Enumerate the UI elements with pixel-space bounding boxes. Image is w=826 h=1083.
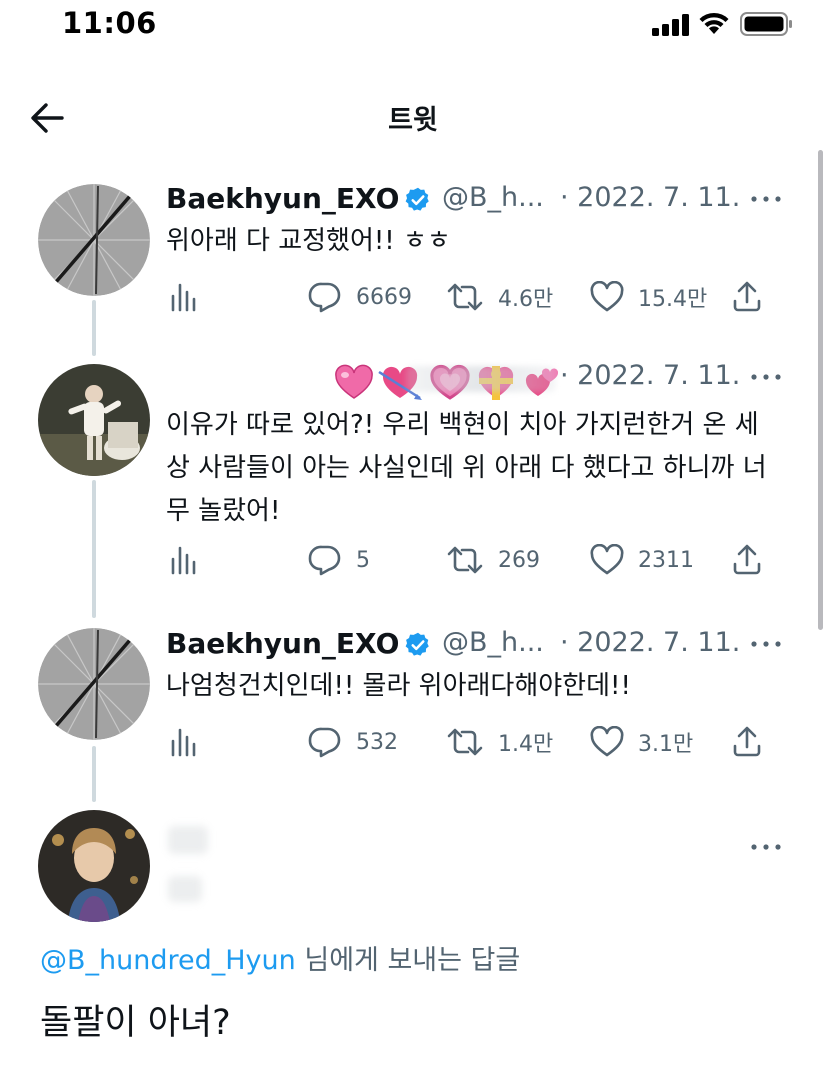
- share-button[interactable]: [732, 279, 762, 315]
- share-button[interactable]: [732, 542, 762, 578]
- header: 트윗: [0, 90, 826, 144]
- tweet-text: 위아래 다 교정했어!! ㅎㅎ: [166, 226, 451, 256]
- avatar[interactable]: [38, 810, 150, 922]
- reply-count: 532: [356, 729, 398, 755]
- cellular-signal-icon: [652, 14, 689, 36]
- analytics-icon: [171, 728, 196, 757]
- retweet-icon: [447, 728, 483, 756]
- wifi-icon: [699, 12, 729, 34]
- blurred-name: [168, 826, 208, 854]
- share-button[interactable]: [732, 724, 762, 760]
- reply-count: 5: [356, 547, 370, 573]
- blurred-handle: [168, 876, 202, 902]
- author-name[interactable]: Baekhyun_EXO: [166, 627, 399, 660]
- thread-line: [92, 300, 96, 356]
- like-count: 3.1만: [638, 732, 694, 757]
- retweet-button[interactable]: 1.4만: [446, 724, 553, 760]
- reply-to-mention[interactable]: @B_hundred_Hyun: [40, 945, 296, 976]
- analytics-icon: [171, 546, 196, 575]
- avatar-image: [38, 628, 150, 740]
- like-button[interactable]: 2311: [590, 542, 694, 578]
- more-options-icon[interactable]: [746, 360, 786, 394]
- thread-line: [92, 746, 96, 802]
- reply-to-label: @B_hundred_Hyun 님에게 보내는 답글: [40, 938, 520, 977]
- share-icon: [733, 726, 761, 757]
- blurred-handle: [406, 366, 556, 392]
- status-bar: 11:06: [0, 0, 826, 50]
- like-button[interactable]: 15.4만: [590, 279, 707, 315]
- share-icon: [733, 544, 761, 575]
- reply-input[interactable]: 돌팔이 아녀?: [40, 994, 231, 1045]
- tweet-date[interactable]: · 2022. 7. 11.: [560, 360, 740, 391]
- analytics-button[interactable]: [170, 279, 196, 315]
- author-handle[interactable]: @B_h...: [442, 182, 544, 213]
- analytics-button[interactable]: [170, 542, 196, 578]
- more-options-icon[interactable]: [746, 830, 786, 864]
- heart-icon: [590, 726, 624, 757]
- avatar-image: [38, 184, 150, 296]
- author-name[interactable]: Baekhyun_EXO: [166, 182, 399, 215]
- tweet-actions: 5 269 2311: [166, 542, 786, 578]
- reply-icon: [308, 545, 341, 576]
- heart-icon: [590, 281, 624, 312]
- reply-button[interactable]: 6669: [308, 279, 412, 315]
- analytics-icon: [171, 283, 196, 312]
- author-handle[interactable]: @B_h...: [442, 627, 544, 658]
- pink-heart-icon: [335, 364, 373, 399]
- avatar[interactable]: [38, 184, 150, 296]
- tweet-date[interactable]: · 2022. 7. 11.: [560, 627, 740, 658]
- reply-icon: [308, 282, 341, 313]
- like-count: 15.4만: [638, 287, 708, 312]
- thread-line: [92, 480, 96, 618]
- reply-count: 6669: [356, 284, 412, 310]
- like-count: 2311: [638, 547, 694, 573]
- tweet-text: 이유가 따로 있어?! 우리 백현이 치아 가지런한거 온 세상 사람들이 아는…: [166, 410, 767, 526]
- reply-to-suffix: 님에게 보내는 답글: [295, 945, 521, 976]
- reply-button[interactable]: 532: [308, 724, 398, 760]
- tweet-actions: 6669 4.6만 15.4만: [166, 279, 786, 315]
- heart-icon: [590, 544, 624, 575]
- more-options-icon[interactable]: [746, 182, 786, 216]
- tweet-actions: 532 1.4만 3.1만: [166, 724, 786, 760]
- tweet-date[interactable]: · 2022. 7. 11.: [560, 182, 740, 213]
- verified-badge-icon: [405, 187, 429, 211]
- like-button[interactable]: 3.1만: [590, 724, 693, 760]
- page-title: 트윗: [388, 105, 438, 136]
- analytics-button[interactable]: [170, 724, 196, 760]
- share-icon: [733, 281, 761, 312]
- retweet-button[interactable]: 269: [446, 542, 540, 578]
- reply-icon: [308, 727, 341, 758]
- verified-badge-icon: [405, 632, 429, 656]
- scrollbar[interactable]: [818, 150, 823, 630]
- battery-icon: [740, 12, 792, 36]
- more-options-icon[interactable]: [746, 627, 786, 661]
- avatar-image: [38, 810, 150, 922]
- retweet-icon: [447, 546, 483, 574]
- avatar-image: [38, 364, 150, 476]
- tweet-text: 나엄청건치인데!! 몰라 위아래다해야한데!!: [166, 671, 631, 701]
- retweet-button[interactable]: 4.6만: [446, 279, 553, 315]
- avatar[interactable]: [38, 628, 150, 740]
- reply-button[interactable]: 5: [308, 542, 370, 578]
- retweet-count: 1.4만: [498, 732, 554, 757]
- retweet-icon: [447, 283, 483, 311]
- retweet-count: 4.6만: [498, 287, 554, 312]
- avatar[interactable]: [38, 364, 150, 476]
- retweet-count: 269: [498, 547, 540, 573]
- status-time: 11:06: [62, 6, 157, 40]
